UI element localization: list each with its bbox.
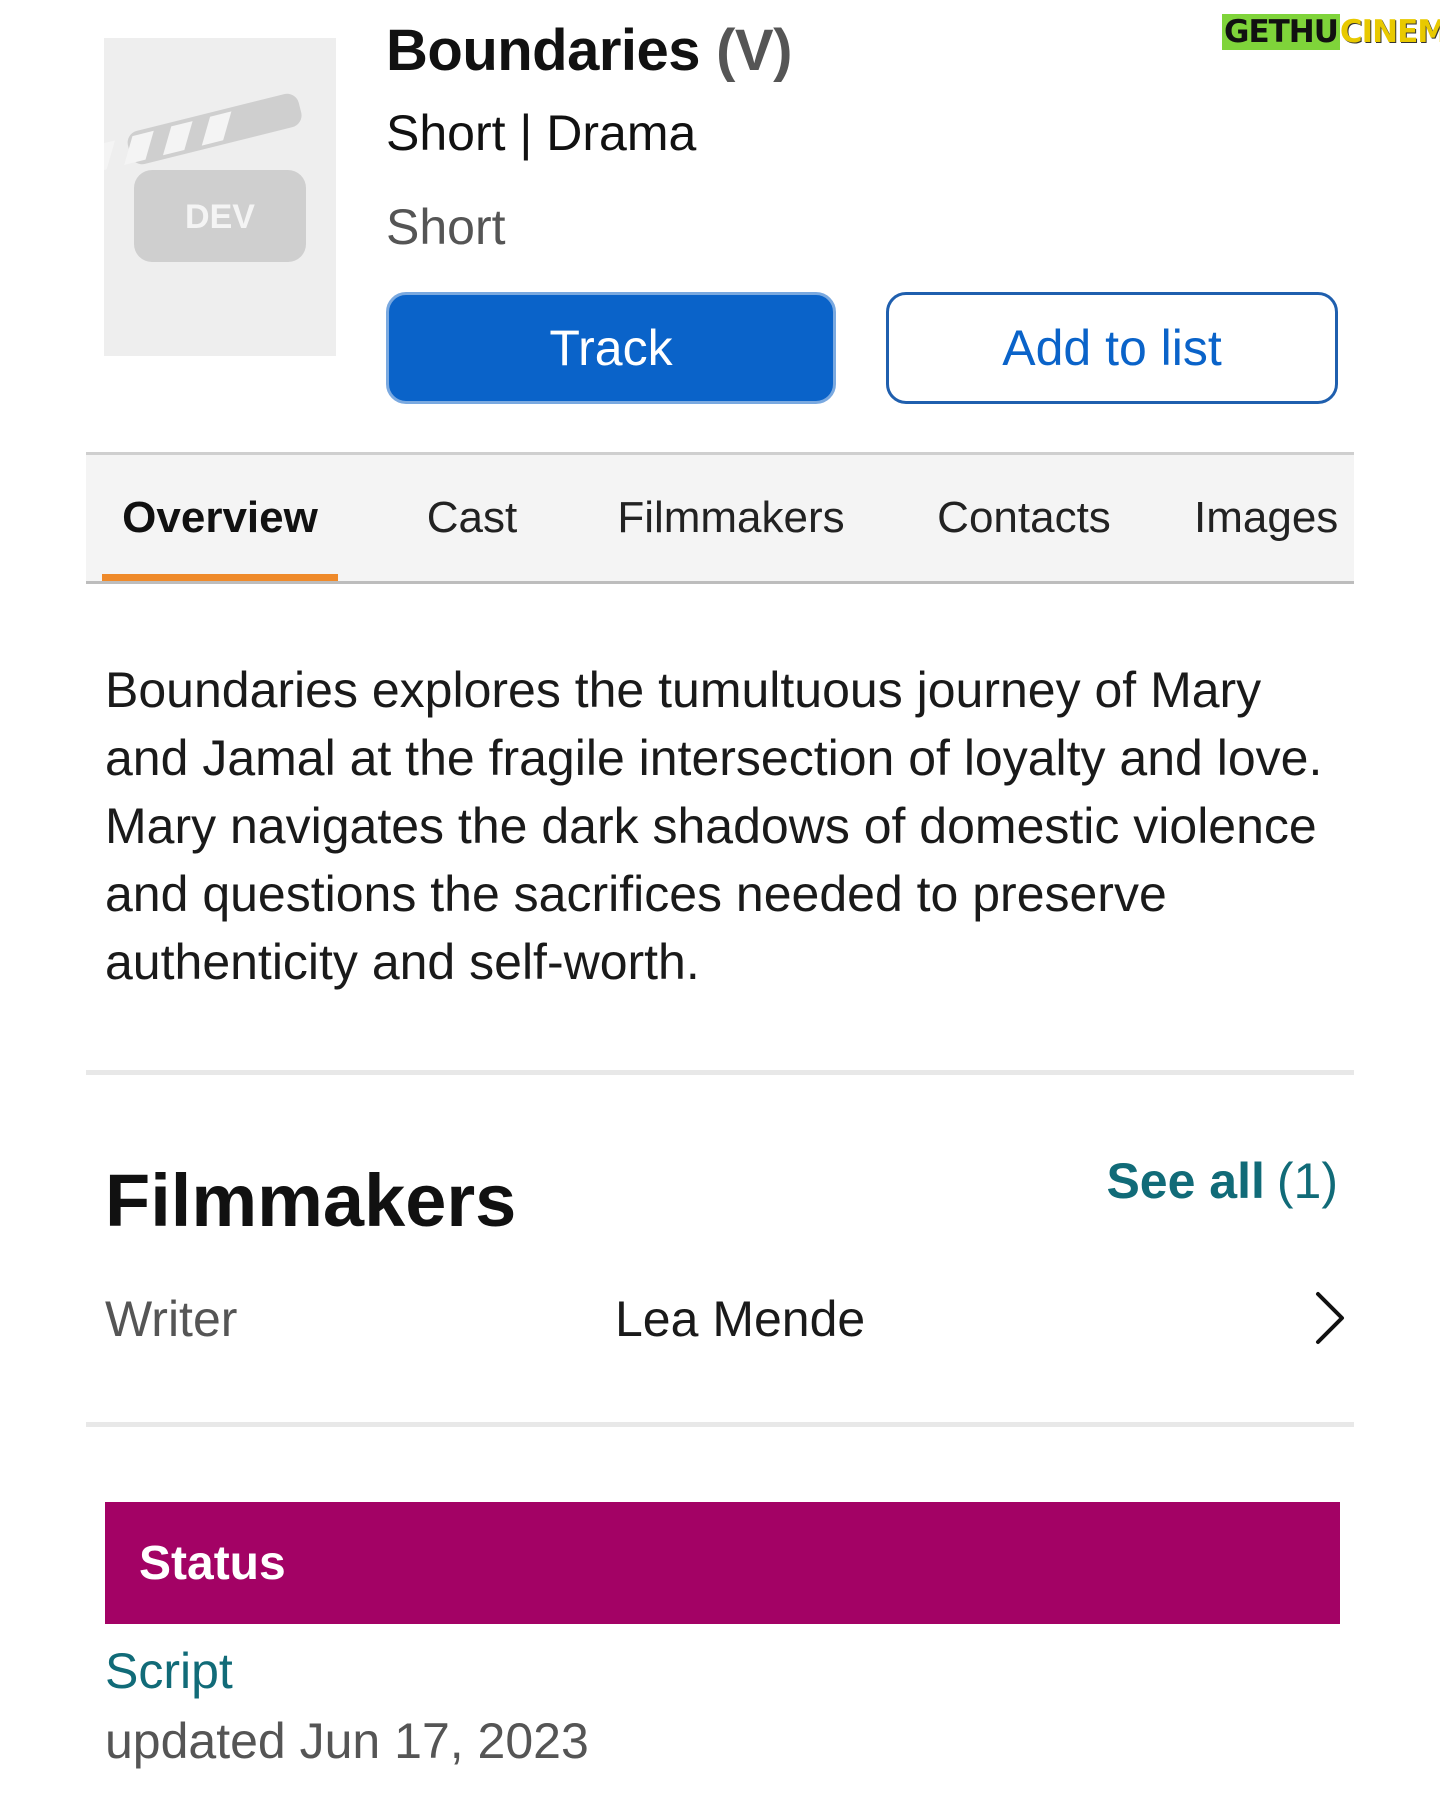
divider bbox=[86, 1070, 1354, 1075]
status-heading: Status bbox=[139, 1536, 286, 1590]
tab-overview-label: Overview bbox=[122, 493, 318, 542]
tab-cast[interactable]: Cast bbox=[402, 455, 542, 581]
page-title: Boundaries (V) bbox=[386, 14, 792, 86]
tab-contacts[interactable]: Contacts bbox=[924, 455, 1124, 581]
tab-filmmakers-label: Filmmakers bbox=[617, 493, 845, 542]
title-subtype: Short bbox=[386, 199, 506, 255]
overview-text: Boundaries explores the tumultuous journ… bbox=[105, 662, 1323, 990]
poster-placeholder: DEV bbox=[104, 38, 336, 356]
crew-name: Lea Mende bbox=[615, 1291, 866, 1347]
tab-filmmakers[interactable]: Filmmakers bbox=[606, 455, 856, 581]
status-value-link[interactable]: Script bbox=[105, 1642, 233, 1700]
tab-contacts-label: Contacts bbox=[937, 493, 1111, 542]
divider bbox=[86, 1422, 1354, 1427]
tab-cast-label: Cast bbox=[426, 493, 518, 542]
see-all-label: See all bbox=[1106, 1153, 1265, 1209]
watermark-logo: GETHUCINEMA bbox=[1222, 6, 1440, 58]
tab-images[interactable]: Images bbox=[1194, 455, 1354, 581]
filmmakers-heading: Filmmakers bbox=[105, 1159, 517, 1242]
chevron-right-icon bbox=[1316, 1292, 1344, 1344]
tab-overview[interactable]: Overview bbox=[102, 455, 338, 581]
crew-row[interactable]: Writer Lea Mende bbox=[86, 1268, 1354, 1368]
see-all-link[interactable]: See all (1) bbox=[1106, 1152, 1338, 1210]
track-button[interactable]: Track bbox=[386, 292, 836, 404]
watermark-part1: GETHU bbox=[1222, 14, 1340, 50]
poster-label: DEV bbox=[185, 198, 255, 236]
see-all-count: (1) bbox=[1276, 1153, 1338, 1209]
tab-bar: Overview Cast Filmmakers Contacts Images bbox=[86, 452, 1354, 584]
watermark-part2: CINEMA bbox=[1339, 14, 1440, 50]
status-updated: updated Jun 17, 2023 bbox=[105, 1713, 589, 1769]
title-type: (V) bbox=[716, 17, 792, 83]
title-page: GETHUCINEMA DEV Boundaries (V) Short | D… bbox=[0, 0, 1440, 1800]
crew-role: Writer bbox=[105, 1291, 238, 1347]
clapperboard-icon: DEV bbox=[104, 93, 306, 262]
tab-images-label: Images bbox=[1194, 493, 1339, 542]
active-tab-indicator bbox=[102, 574, 338, 581]
add-to-list-button[interactable]: Add to list bbox=[886, 292, 1338, 404]
title-name: Boundaries bbox=[386, 17, 701, 83]
status-header: Status bbox=[105, 1502, 1340, 1624]
genres: Short | Drama bbox=[386, 105, 697, 161]
